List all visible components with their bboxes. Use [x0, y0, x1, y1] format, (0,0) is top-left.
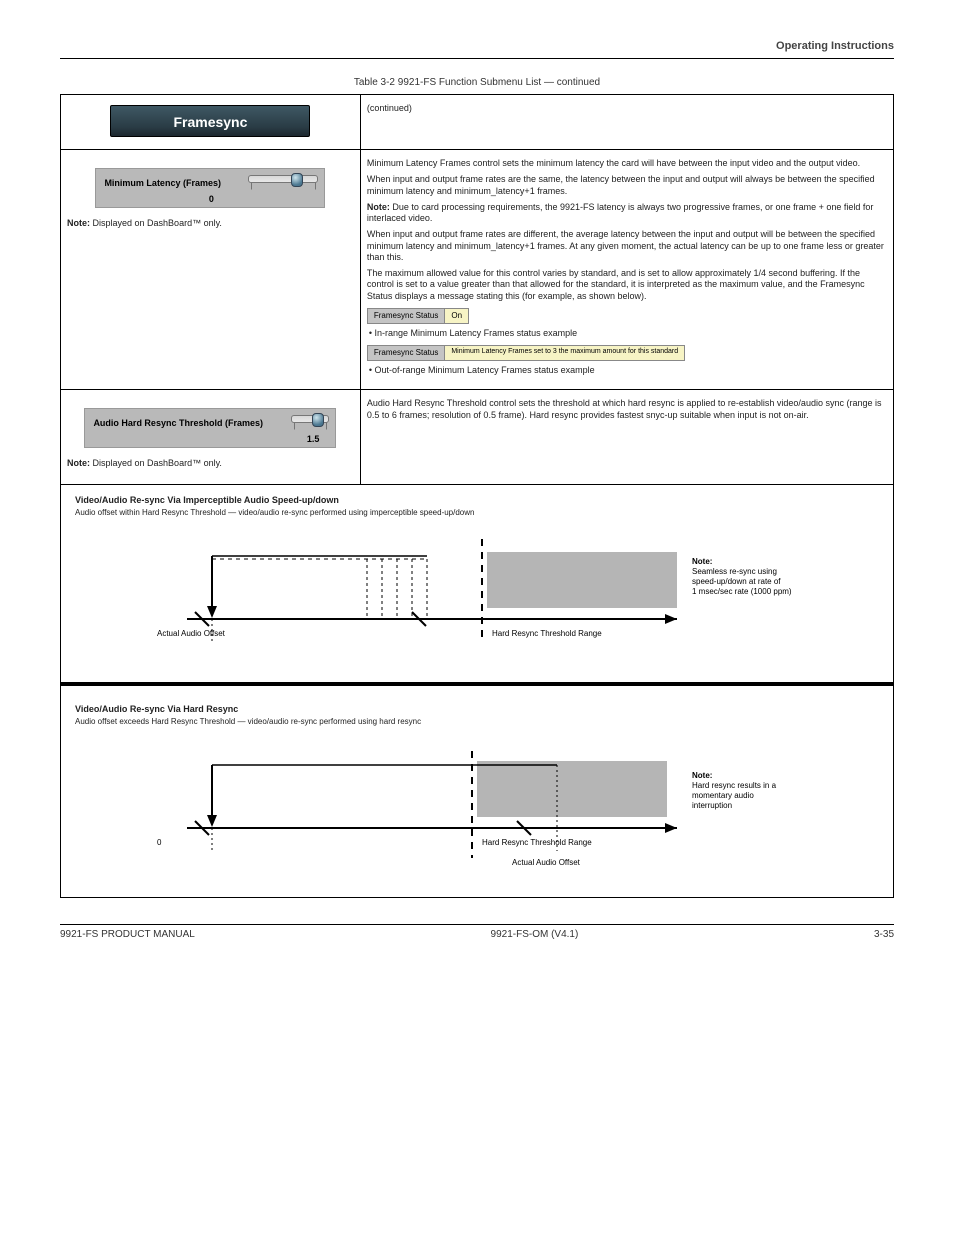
footer-center: 9921-FS-OM (V4.1) [491, 929, 579, 940]
svg-text:Hard Resync Threshold Range: Hard Resync Threshold Range [482, 838, 592, 847]
diag2-title: Video/Audio Re-sync Via Hard Resync [75, 704, 879, 715]
min-latency-value: 0 [104, 194, 318, 205]
svg-text:Hard Resync Threshold Range: Hard Resync Threshold Range [492, 629, 602, 638]
diag2-svg: Actual Audio Offset 0 Hard Resync Thresh… [117, 733, 837, 883]
table-caption: Table 3-2 9921-FS Function Submenu List … [60, 77, 894, 88]
svg-text:Hard resync results in amoment: Hard resync results in amomentary audioi… [692, 781, 777, 810]
footer-right: 3-35 [874, 929, 894, 940]
continued-label: (continued) [367, 103, 887, 114]
ml-p1: Minimum Latency Frames control sets the … [367, 158, 887, 169]
svg-text:Note:: Note: [692, 557, 712, 566]
note-body: Displayed on DashBoard™ only. [93, 218, 222, 228]
status-lbl-1: Framesync Status [367, 308, 445, 324]
diag1-title: Video/Audio Re-sync Via Imperceptible Au… [75, 495, 879, 506]
ml-p4: The maximum allowed value for this contr… [367, 268, 887, 302]
min-latency-slider[interactable]: || [248, 175, 318, 192]
resync-panel: Audio Hard Resync Threshold (Frames) || … [84, 408, 336, 448]
resync-slider[interactable]: || [291, 415, 329, 432]
note-label: Note: [67, 218, 90, 228]
hr-top [60, 58, 894, 59]
status-inrange-caption: • In-range Minimum Latency Frames status… [367, 328, 887, 339]
header-right: Operating Instructions [60, 40, 894, 52]
page-footer: 9921-FS PRODUCT MANUAL 9921-FS-OM (V4.1)… [60, 924, 894, 940]
resync-p1: Audio Hard Resync Threshold control sets… [367, 398, 887, 421]
footer-left: 9921-FS PRODUCT MANUAL [60, 929, 195, 940]
status-strip-oor: Framesync Status Minimum Latency Frames … [367, 345, 887, 361]
diag1-svg: Actual Audio Offset Hard Resync Threshol… [117, 524, 837, 664]
svg-text:Note:: Note: [692, 771, 712, 780]
ml-p2: When input and output frame rates are th… [367, 174, 887, 197]
ml-p3: When input and output frame rates are di… [367, 229, 887, 263]
framesync-tab: Framesync [110, 105, 310, 137]
resync-value: 1.5 [93, 434, 329, 445]
resync-note-body: Displayed on DashBoard™ only. [93, 458, 222, 468]
status-strip-on: Framesync Status On [367, 308, 887, 324]
status-val-1: On [445, 308, 469, 324]
resync-label: Audio Hard Resync Threshold (Frames) [93, 418, 263, 429]
diag2-sub: Audio offset exceeds Hard Resync Thresho… [75, 717, 879, 727]
function-table: Framesync (continued) Minimum Latency (F… [60, 94, 894, 898]
ml-note-body: Due to card processing requirements, the… [367, 202, 874, 223]
svg-text:0: 0 [157, 838, 162, 847]
svg-text:Seamless re-sync usingspeed-up: Seamless re-sync usingspeed-up/down at r… [692, 567, 792, 596]
status-lbl-2: Framesync Status [367, 345, 445, 361]
svg-text:Actual Audio Offset: Actual Audio Offset [512, 858, 581, 867]
diagram-separator [61, 682, 893, 686]
diag1-sub: Audio offset within Hard Resync Threshol… [75, 508, 879, 518]
resync-note-lbl: Note: [67, 458, 90, 468]
status-val-2: Minimum Latency Frames set to 3 the maxi… [445, 345, 685, 361]
status-oor-caption: • Out-of-range Minimum Latency Frames st… [367, 365, 887, 376]
svg-text:Actual Audio Offset: Actual Audio Offset [157, 629, 226, 638]
min-latency-label: Minimum Latency (Frames) [104, 178, 221, 189]
min-latency-panel: Minimum Latency (Frames) || 0 [95, 168, 325, 208]
ml-note-lbl: Note: [367, 202, 390, 212]
